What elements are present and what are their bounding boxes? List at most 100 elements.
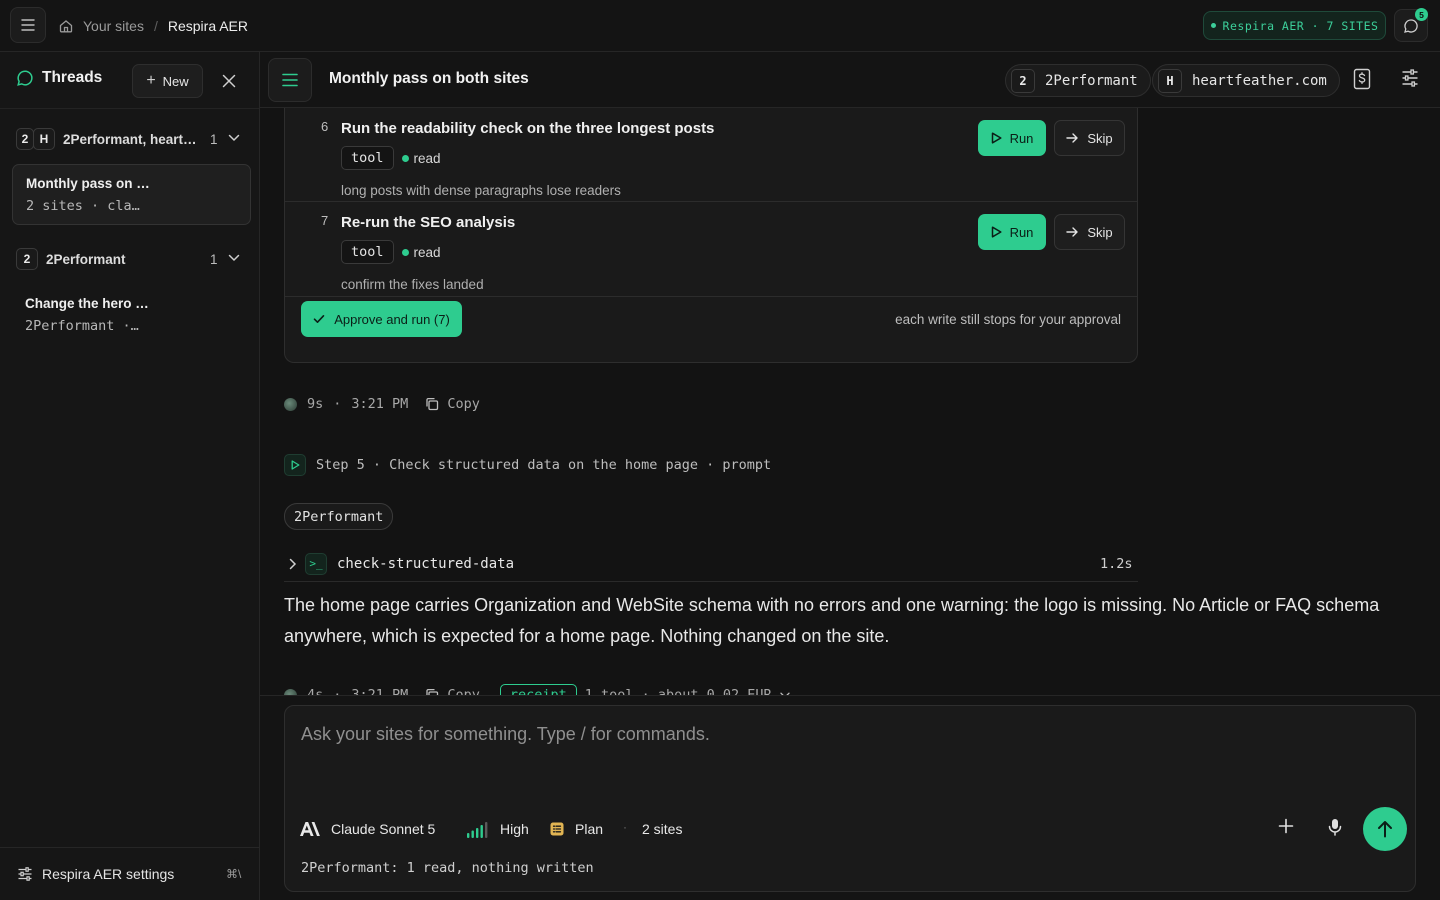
- composer-area: Claude Sonnet 5 High Plan · 2 sites 2Per…: [260, 695, 1440, 900]
- settings-label: Respira AER settings: [42, 866, 175, 882]
- sliders-icon[interactable]: [1401, 68, 1419, 88]
- thread-subtitle: 2 sites · cla…: [26, 198, 140, 214]
- receipt-badge[interactable]: receipt: [499, 684, 577, 695]
- plan-step: 6 Run the readability check on the three…: [285, 108, 1137, 202]
- thread-title: Monthly pass on …: [26, 176, 150, 191]
- status-pill-label: Respira AER · 7 SITES: [1222, 18, 1379, 33]
- step-description: confirm the fixes landed: [341, 277, 484, 292]
- thread-group-name: 2Performant: [46, 251, 126, 267]
- chevron-right-icon[interactable]: [289, 558, 297, 570]
- thread-subtitle: 2Performant ·…: [25, 318, 139, 334]
- menu-toggle-button[interactable]: [10, 7, 46, 43]
- chevron-down-icon[interactable]: [228, 134, 240, 142]
- plan-list-icon: [550, 822, 564, 836]
- threads-title: Threads: [16, 69, 102, 87]
- signal-bars-icon: [467, 821, 488, 838]
- site-chip-2performant[interactable]: 2 2Performant: [1005, 64, 1151, 97]
- new-thread-button[interactable]: + New: [132, 64, 203, 98]
- hamburger-icon: [21, 19, 35, 31]
- step-header[interactable]: Step 5 · Check structured data on the ho…: [284, 454, 771, 476]
- copy-icon: [426, 688, 439, 695]
- approve-and-run-button[interactable]: Approve and run (7): [301, 301, 462, 337]
- message-time: 3:21 PM: [351, 687, 409, 695]
- status-dot-icon: [1210, 23, 1216, 28]
- control-separator: ·: [623, 820, 627, 834]
- mode-label: Plan: [575, 821, 604, 837]
- thread-group-count: 1: [210, 251, 218, 267]
- breadcrumb: Your sites / Respira AER: [58, 0, 248, 52]
- composer: Claude Sonnet 5 High Plan · 2 sites 2Per…: [284, 705, 1416, 892]
- receipt-summary: 1 tool · about 0.02 EUR: [584, 687, 772, 695]
- thread-item[interactable]: Monthly pass on … 2 sites · cla…: [12, 164, 251, 225]
- new-thread-label: New: [162, 73, 189, 89]
- thread-item[interactable]: Change the hero … 2Performant ·…: [12, 285, 251, 346]
- site-avatar: H: [33, 128, 55, 150]
- meta-separator: ·: [333, 687, 342, 695]
- prompt-input[interactable]: [301, 724, 1391, 745]
- copy-icon: [426, 397, 439, 411]
- cost-receipt-icon[interactable]: [1353, 68, 1371, 90]
- meta-separator: ·: [333, 396, 342, 412]
- microphone-icon[interactable]: [1328, 818, 1342, 836]
- skip-step-button[interactable]: Skip: [1054, 214, 1125, 250]
- play-icon: [284, 454, 306, 476]
- plan-step: 7 Re-run the SEO analysis tool read conf…: [285, 202, 1137, 297]
- approve-label: Approve and run (7): [334, 311, 450, 327]
- conversation-scroll-area[interactable]: 6 Run the readability check on the three…: [260, 108, 1440, 695]
- tool-call-row[interactable]: >_ check-structured-data 1.2s: [284, 546, 1138, 582]
- site-chip-heartfeather[interactable]: H heartfeather.com: [1152, 64, 1340, 97]
- mode-selector[interactable]: Plan: [549, 820, 603, 838]
- read-dot-icon: [401, 248, 409, 256]
- site-avatar: 2: [16, 128, 34, 150]
- top-bar: Your sites / Respira AER Respira AER · 7…: [0, 0, 1440, 52]
- thread-group-2performant[interactable]: 2 2Performant 1: [16, 246, 246, 272]
- home-icon[interactable]: [58, 18, 74, 34]
- site-avatar: H: [1158, 68, 1182, 93]
- step-access-label: read: [413, 150, 441, 166]
- step-title: Re-run the SEO analysis: [341, 214, 516, 231]
- chevron-down-icon[interactable]: [228, 254, 240, 262]
- site-chip-label: heartfeather.com: [1192, 72, 1327, 89]
- message-meta: 9s · 3:21 PM Copy: [284, 396, 480, 412]
- thread-group-count: 1: [210, 131, 218, 147]
- copy-label: Copy: [447, 687, 480, 695]
- sites-label: 2 sites: [642, 821, 683, 837]
- send-button[interactable]: [1363, 807, 1407, 851]
- step-header-label: Step 5 · Check structured data on the ho…: [316, 457, 772, 473]
- breadcrumb-your-sites[interactable]: Your sites: [83, 18, 144, 34]
- run-step-button[interactable]: Run: [978, 120, 1046, 156]
- effort-label: High: [500, 821, 529, 837]
- thread-list-toggle-button[interactable]: [268, 58, 312, 102]
- site-chip-label: 2Performant: [1045, 72, 1138, 89]
- thread-group-name: 2Performant, heart…: [63, 131, 197, 147]
- message-duration: 4s: [307, 687, 324, 695]
- site-tag: 2Performant: [284, 503, 394, 530]
- run-label: Run: [1009, 130, 1034, 146]
- close-icon[interactable]: [220, 72, 238, 90]
- thread-header: Monthly pass on both sites 2 2Performant…: [260, 52, 1440, 108]
- arrow-right-icon: [1066, 133, 1079, 143]
- sites-selector[interactable]: 2 sites: [642, 820, 682, 838]
- prompt-field-wrapper: [301, 724, 1391, 745]
- copy-button[interactable]: Copy: [425, 396, 480, 412]
- run-step-button[interactable]: Run: [978, 214, 1046, 250]
- plus-icon[interactable]: [1278, 818, 1294, 834]
- thread-title: Change the hero …: [25, 296, 149, 311]
- effort-selector[interactable]: High: [466, 820, 529, 838]
- thread-group-both-sites[interactable]: 2 H 2Performant, heart… 1: [16, 126, 246, 152]
- message-time: 3:21 PM: [351, 396, 409, 412]
- threads-title-label: Threads: [42, 69, 103, 86]
- anthropic-logo-icon: [300, 822, 320, 836]
- assistant-answer: The home page carries Organization and W…: [284, 595, 1380, 646]
- step-access-label: read: [413, 244, 441, 260]
- arrow-up-icon: [1378, 821, 1392, 838]
- chat-bubble-icon: [17, 70, 33, 86]
- skip-step-button[interactable]: Skip: [1054, 120, 1125, 156]
- sites-status-pill[interactable]: Respira AER · 7 SITES: [1203, 11, 1386, 40]
- model-selector[interactable]: Claude Sonnet 5: [299, 820, 435, 838]
- settings-link[interactable]: Respira AER settings ⌘\: [0, 847, 259, 900]
- plus-icon: +: [146, 72, 156, 89]
- step-description: long posts with dense paragraphs lose re…: [341, 183, 621, 198]
- step-kind-tag: tool: [341, 146, 394, 170]
- copy-button[interactable]: Copy: [425, 687, 480, 695]
